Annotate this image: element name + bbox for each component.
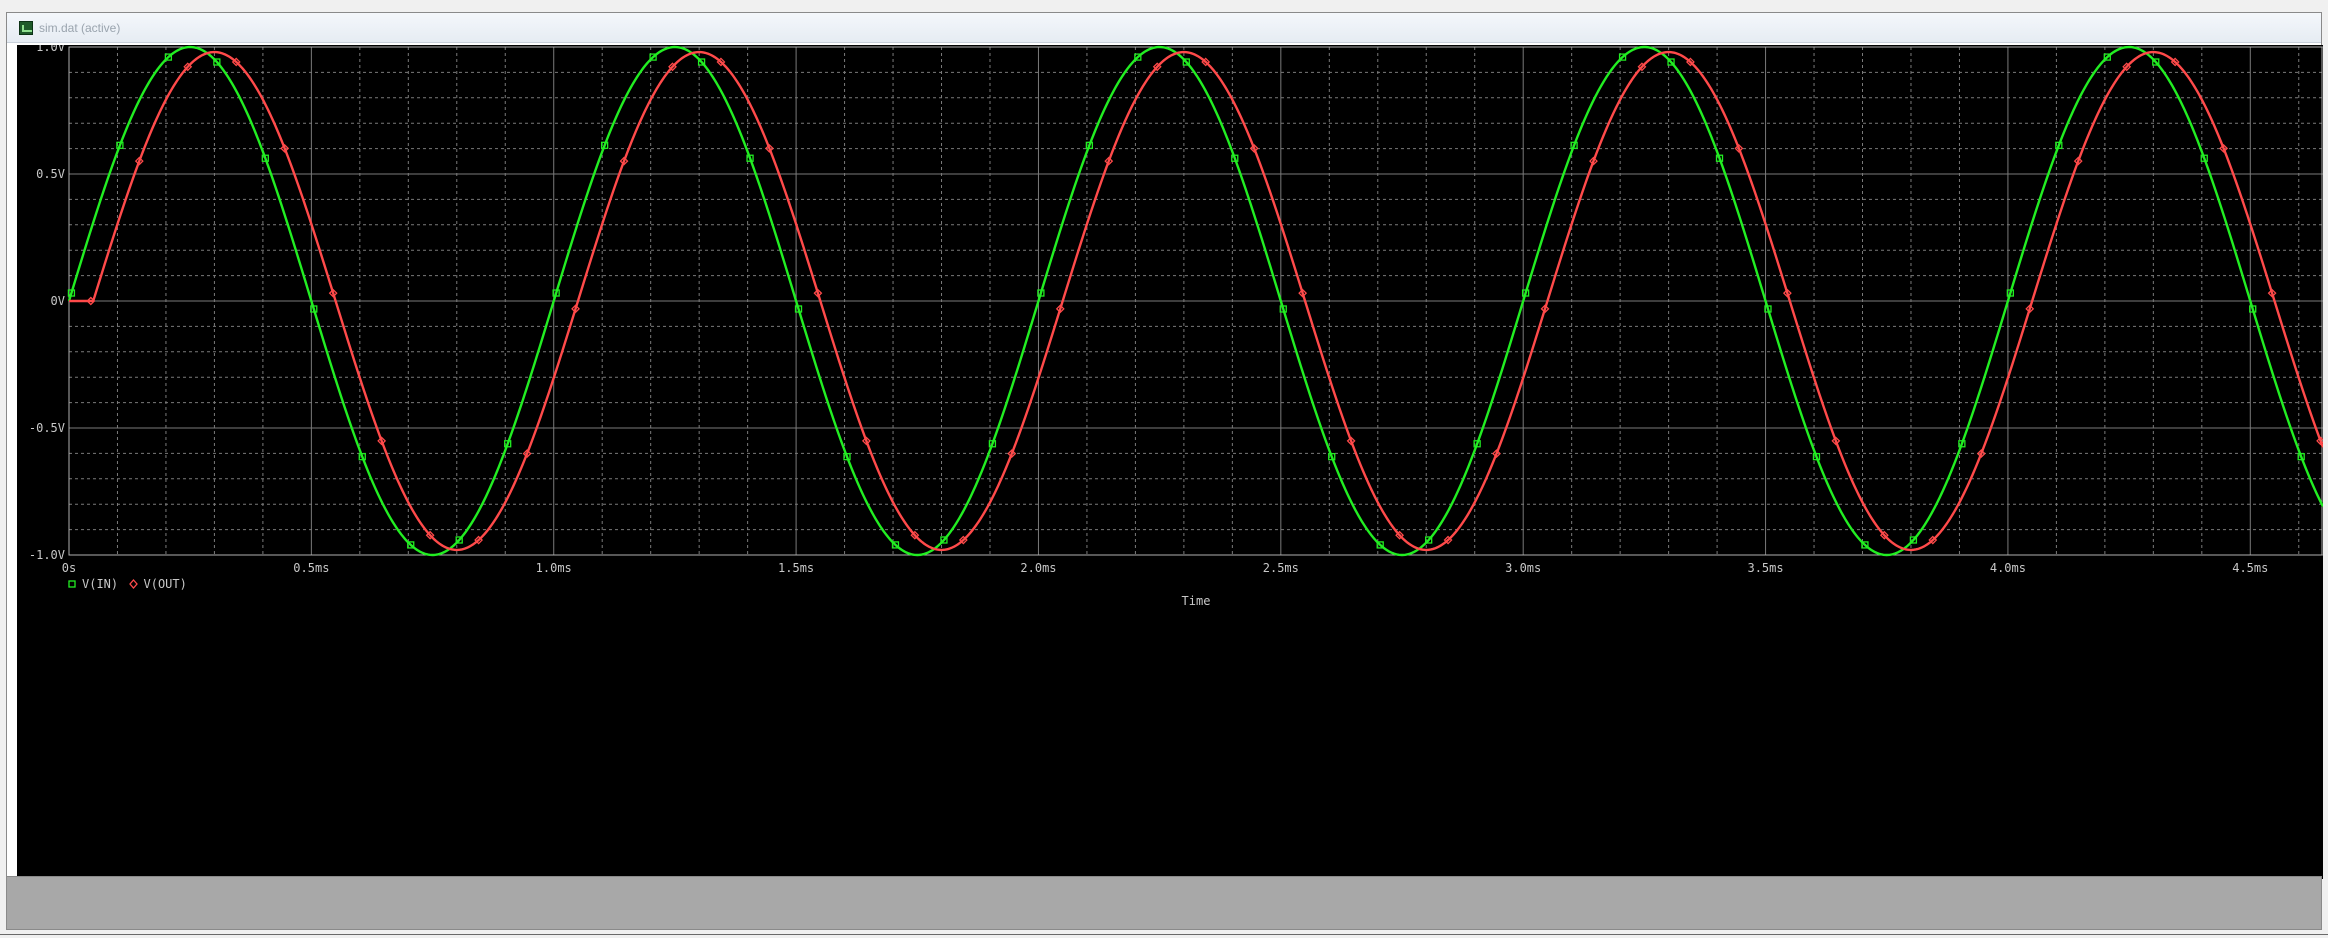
x-tick-label: 4.0ms (1990, 561, 2026, 575)
legend[interactable]: V(IN) V(OUT) (68, 577, 187, 591)
x-tick-label: 1.0ms (536, 561, 572, 575)
plot-area[interactable]: 0s 0.5ms 1.0ms 1.5ms 2.0ms 2.5ms 3.0ms 3.5ms 4.0… (17, 45, 2323, 879)
legend-marker-square-icon (68, 580, 76, 588)
y-tick-label: 0.5V (36, 167, 65, 181)
x-tick-label: 2.0ms (1020, 561, 1056, 575)
y-tick-label: 0V (51, 294, 65, 308)
grid (68, 46, 2323, 556)
probe-window-icon (19, 21, 33, 35)
x-tick-label: 3.5ms (1747, 561, 1783, 575)
window-bottom-edge (0, 934, 2328, 938)
legend-marker-diamond-icon (129, 579, 138, 589)
y-tick-label: -0.5V (29, 421, 65, 435)
x-tick-label: 3.0ms (1505, 561, 1541, 575)
status-panel (6, 876, 2322, 930)
y-tick-label: 1.0V (36, 45, 65, 54)
x-tick-label: 0.5ms (293, 561, 329, 575)
tick-labels: 0s 0.5ms 1.0ms 1.5ms 2.0ms 2.5ms 3.0ms 3.5ms 4.0… (29, 45, 2268, 575)
legend-item[interactable]: V(OUT) (129, 577, 187, 591)
legend-label: V(OUT) (144, 577, 187, 591)
x-tick-label: 1.5ms (778, 561, 814, 575)
probe-window: sim.dat (active) 0s 0.5ms 1.0ms 1.5ms 2.0ms 2… (6, 12, 2323, 879)
window-title: sim.dat (active) (39, 21, 121, 35)
legend-label: V(IN) (82, 577, 118, 591)
y-tick-label: -1.0V (29, 548, 65, 562)
legend-item[interactable]: V(IN) (68, 577, 118, 591)
x-tick-label: 4.5ms (2232, 561, 2268, 575)
window-titlebar[interactable]: sim.dat (active) (7, 13, 2321, 43)
waveform-chart[interactable]: 0s 0.5ms 1.0ms 1.5ms 2.0ms 2.5ms 3.0ms 3.5ms 4.0… (17, 45, 2323, 879)
x-axis-title: Time (1182, 594, 1211, 608)
x-tick-label: 0s (62, 561, 76, 575)
x-tick-label: 2.5ms (1263, 561, 1299, 575)
